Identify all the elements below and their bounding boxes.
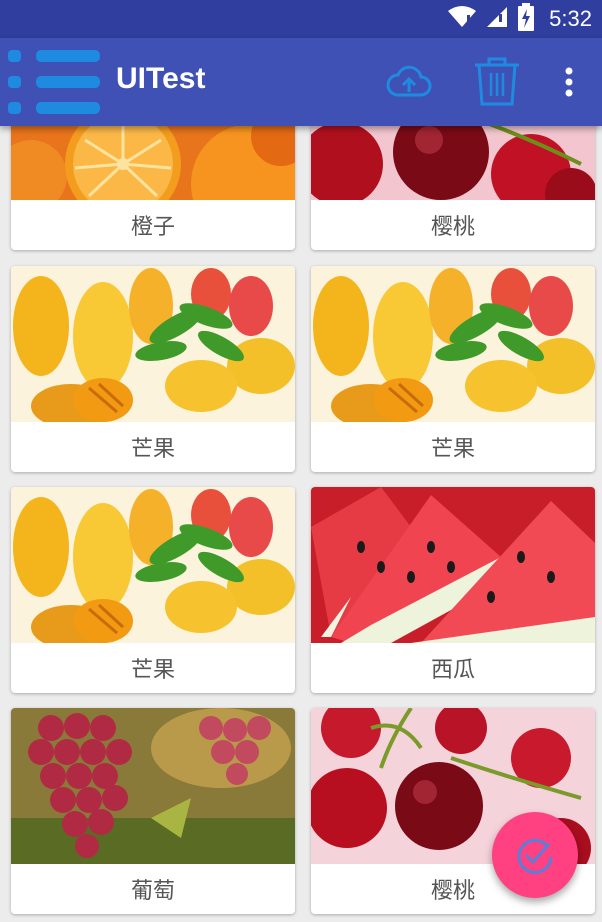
fruit-image-mango (311, 266, 595, 422)
fruit-name: 芒果 (430, 437, 475, 462)
fruit-name: 西瓜 (430, 658, 475, 683)
floating-action-button[interactable] (492, 812, 578, 898)
fruit-image-mango (11, 487, 295, 643)
fruit-card[interactable]: 樱桃 (311, 126, 595, 250)
status-bar: 5:32 (0, 0, 602, 38)
fruit-card[interactable]: 西瓜 (311, 487, 595, 693)
battery-charging-icon (517, 3, 535, 35)
status-time: 5:32 (549, 6, 592, 31)
page-title: UITest (116, 62, 206, 95)
fruit-name: 樱桃 (430, 215, 475, 240)
delete-button[interactable] (470, 38, 524, 126)
overflow-menu-button[interactable] (554, 38, 584, 126)
fruit-image-watermelon (311, 487, 595, 643)
menu-button[interactable] (8, 44, 104, 118)
wifi-icon (447, 5, 477, 33)
fruit-card[interactable]: 芒果 (311, 266, 595, 472)
fruit-image-cherry (311, 126, 595, 200)
fruit-card[interactable]: 葡萄 (11, 708, 295, 914)
cloud-upload-icon (386, 65, 432, 97)
fruit-grid: 橙子 樱桃 芒果 芒果 芒果 西瓜 葡萄 樱桃 (0, 126, 602, 922)
fruit-card[interactable]: 芒果 (11, 487, 295, 693)
fruit-card[interactable]: 橙子 (11, 126, 295, 250)
cloud-upload-button[interactable] (384, 38, 434, 126)
fruit-name: 橙子 (130, 215, 175, 240)
signal-icon (485, 5, 509, 33)
more-vert-icon (565, 67, 573, 97)
trash-icon (475, 57, 519, 106)
fruit-name: 芒果 (130, 658, 175, 683)
app-toolbar: UITest (0, 38, 602, 126)
fruit-card[interactable]: 芒果 (11, 266, 295, 472)
check-circle-icon (517, 838, 553, 874)
fruit-image-orange (11, 126, 295, 200)
fruit-image-mango (11, 266, 295, 422)
fruit-image-grape (11, 708, 295, 864)
menu-icon (8, 50, 100, 114)
fruit-name: 葡萄 (130, 879, 175, 904)
fruit-name: 芒果 (130, 437, 175, 462)
